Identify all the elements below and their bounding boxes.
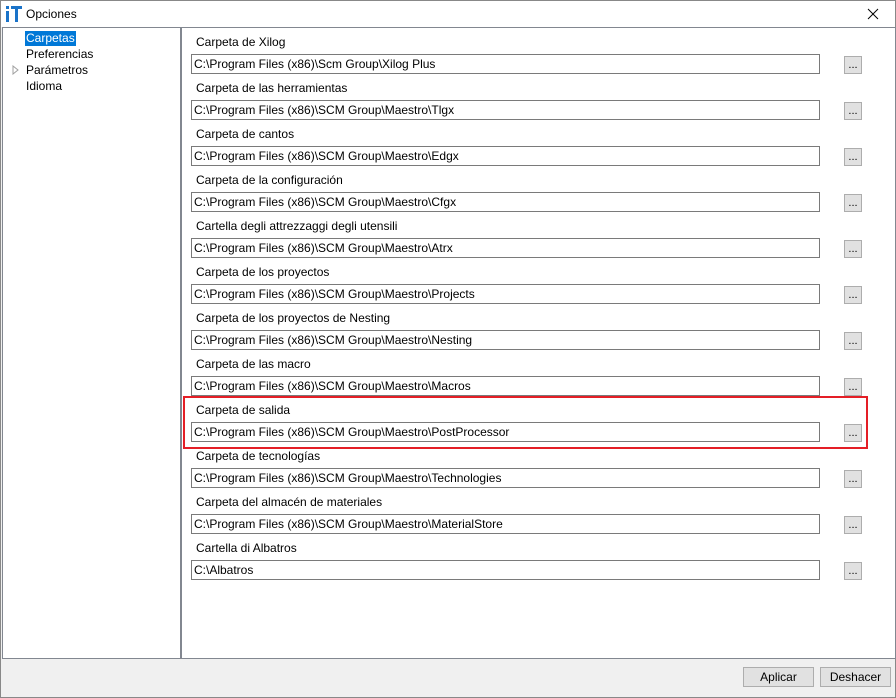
folder-path-field[interactable] bbox=[191, 514, 820, 534]
folder-label: Cartella degli attrezzaggi degli utensil… bbox=[196, 219, 398, 233]
browse-folder-button[interactable]: ... bbox=[844, 194, 862, 212]
tree-item-carpetas[interactable]: Carpetas bbox=[25, 31, 76, 46]
folder-label: Carpeta de cantos bbox=[196, 127, 295, 141]
browse-folder-button[interactable]: ... bbox=[844, 378, 862, 396]
expand-arrow-icon[interactable] bbox=[12, 65, 20, 75]
browse-folder-button[interactable]: ... bbox=[844, 424, 862, 442]
folder-label: Carpeta de los proyectos de Nesting bbox=[196, 311, 391, 325]
browse-folder-button[interactable]: ... bbox=[844, 470, 862, 488]
browse-folder-button[interactable]: ... bbox=[844, 148, 862, 166]
folder-label: Carpeta de tecnologías bbox=[196, 449, 321, 463]
window-title: Opciones bbox=[26, 7, 77, 21]
folder-path-field[interactable] bbox=[191, 330, 820, 350]
folder-path-field[interactable] bbox=[191, 468, 820, 488]
tree-item-parametros[interactable]: Parámetros bbox=[25, 63, 89, 78]
browse-folder-button[interactable]: ... bbox=[844, 240, 862, 258]
browse-folder-button[interactable]: ... bbox=[844, 562, 862, 580]
close-icon bbox=[867, 8, 879, 20]
folder-path-field[interactable] bbox=[191, 422, 820, 442]
folder-label: Carpeta del almacén de materiales bbox=[196, 495, 383, 509]
options-tree: Carpetas Preferencias Parámetros Idioma bbox=[2, 27, 181, 659]
apply-button[interactable]: Aplicar bbox=[743, 667, 814, 687]
title-bar: Opciones bbox=[1, 1, 895, 27]
browse-folder-button[interactable]: ... bbox=[844, 516, 862, 534]
folder-label: Carpeta de los proyectos bbox=[196, 265, 330, 279]
browse-folder-button[interactable]: ... bbox=[844, 332, 862, 350]
folder-label: Cartella di Albatros bbox=[196, 541, 297, 555]
folders-panel: Carpeta de Xilog... Carpeta de las herram… bbox=[181, 27, 896, 659]
folder-path-field[interactable] bbox=[191, 238, 820, 258]
options-window: Opciones Carpetas Preferencias Parámetro… bbox=[0, 0, 896, 698]
folder-label: Carpeta de las herramientas bbox=[196, 81, 348, 95]
close-button[interactable] bbox=[851, 1, 895, 27]
folder-path-field[interactable] bbox=[191, 146, 820, 166]
folder-path-field[interactable] bbox=[191, 284, 820, 304]
folder-path-field[interactable] bbox=[191, 54, 820, 74]
folder-label: Carpeta de las macro bbox=[196, 357, 311, 371]
folder-path-field[interactable] bbox=[191, 376, 820, 396]
it-logo-icon bbox=[5, 4, 23, 24]
folder-label: Carpeta de salida bbox=[196, 403, 291, 417]
tree-item-idioma[interactable]: Idioma bbox=[25, 79, 63, 94]
browse-folder-button[interactable]: ... bbox=[844, 286, 862, 304]
folder-label: Carpeta de la configuración bbox=[196, 173, 343, 187]
undo-button[interactable]: Deshacer bbox=[820, 667, 891, 687]
folder-path-field[interactable] bbox=[191, 100, 820, 120]
browse-folder-button[interactable]: ... bbox=[844, 56, 862, 74]
folder-label: Carpeta de Xilog bbox=[196, 35, 286, 49]
tree-item-preferencias[interactable]: Preferencias bbox=[25, 47, 94, 62]
folder-path-field[interactable] bbox=[191, 192, 820, 212]
folder-path-field[interactable] bbox=[191, 560, 820, 580]
browse-folder-button[interactable]: ... bbox=[844, 102, 862, 120]
